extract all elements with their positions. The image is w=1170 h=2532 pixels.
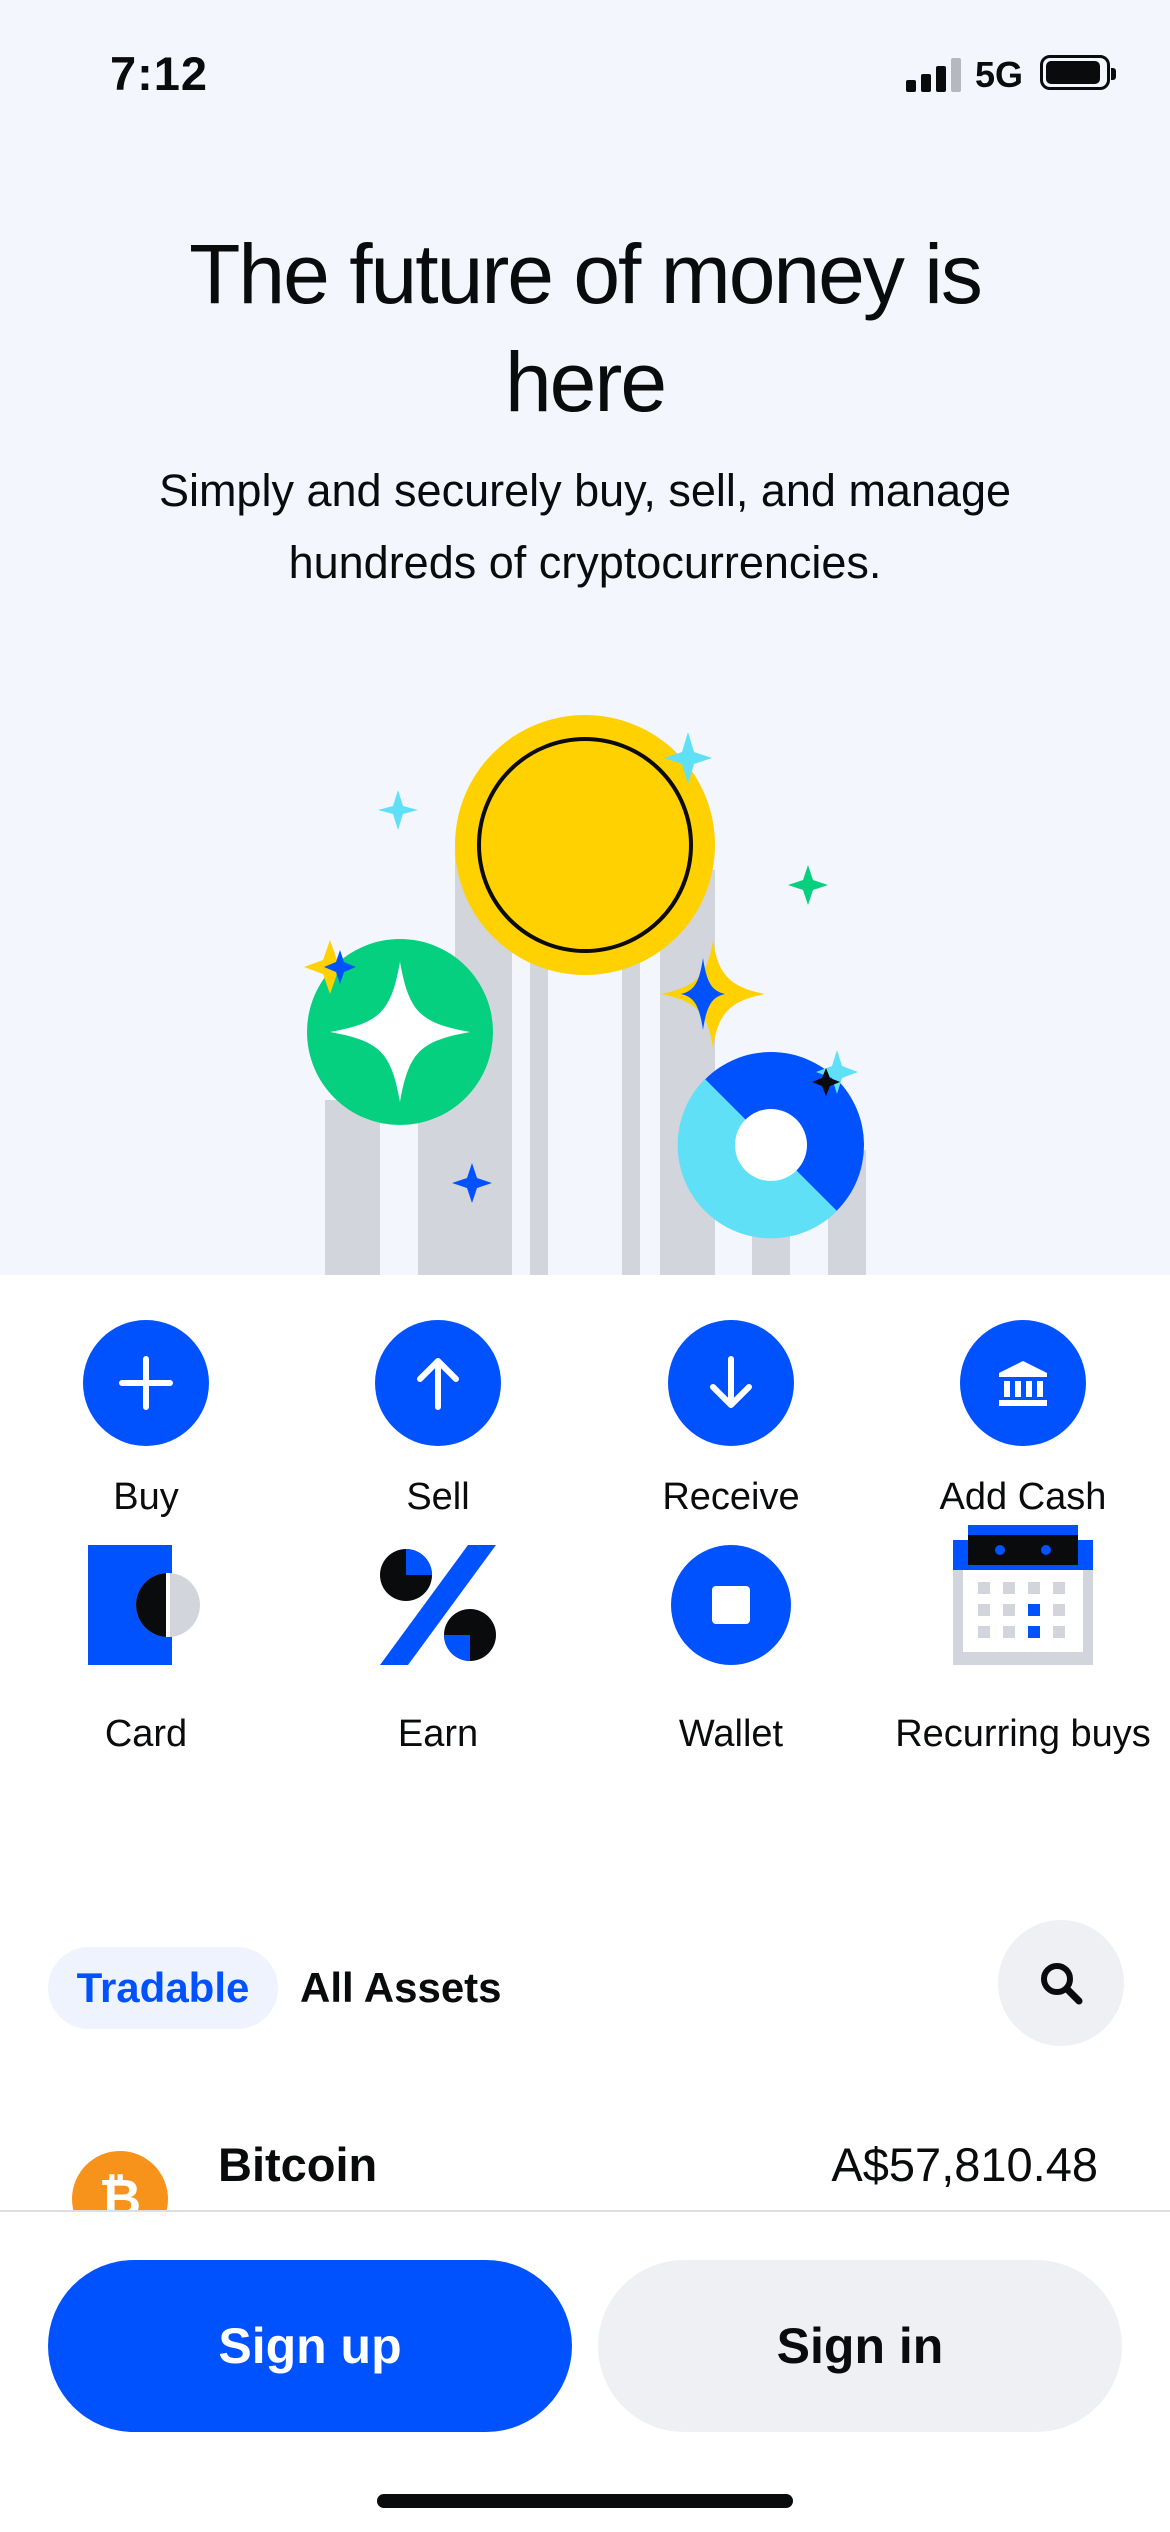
calendar-icon (953, 1525, 1093, 1665)
asset-row-bitcoin[interactable]: ₿ Bitcoin A$57,810.48 (0, 2125, 1170, 2210)
asset-name: Bitcoin (218, 2138, 378, 2191)
plus-icon (83, 1320, 209, 1446)
bitcoin-icon: ₿ (72, 2151, 168, 2210)
sign-up-button[interactable]: Sign up (48, 2260, 572, 2432)
buy-button[interactable]: Buy (0, 1275, 292, 1535)
percent-icon (380, 1545, 496, 1665)
arrow-up-icon (375, 1320, 501, 1446)
card-icon (88, 1545, 200, 1665)
wallet-icon (671, 1545, 791, 1665)
recurring-buys-button[interactable]: Recurring buys (877, 1525, 1169, 1865)
receive-label: Receive (662, 1476, 800, 1518)
sign-in-button[interactable]: Sign in (598, 2260, 1122, 2432)
recurring-buys-label: Recurring buys (895, 1713, 1151, 1755)
receive-button[interactable]: Receive (585, 1275, 877, 1535)
earn-button[interactable]: Earn (292, 1535, 584, 1865)
card-button[interactable]: Card (0, 1535, 292, 1865)
auth-bar: Sign up Sign in (0, 2210, 1170, 2532)
network-type: 5G (975, 54, 1024, 95)
arrow-down-icon (668, 1320, 794, 1446)
search-button[interactable] (998, 1920, 1124, 2046)
earn-label: Earn (397, 1713, 479, 1755)
bank-icon (960, 1320, 1086, 1446)
hero-title: The future of money is here (189, 227, 983, 429)
search-icon (1041, 1963, 1083, 2005)
status-bar: 7:12 5G (0, 0, 1170, 150)
add-cash-label: Add Cash (939, 1476, 1107, 1518)
crypto-coins-illustration (304, 715, 866, 1275)
wallet-button[interactable]: Wallet (585, 1535, 877, 1865)
sell-label: Sell (406, 1476, 470, 1518)
status-time: 7:12 (110, 47, 209, 100)
wallet-label: Wallet (678, 1713, 784, 1755)
hero-subtitle: Simply and securely buy, sell, and manag… (158, 465, 1012, 588)
asset-tabs: Tradable All Assets (0, 1920, 1170, 2050)
home-indicator[interactable] (377, 2494, 793, 2508)
add-cash-button[interactable]: Add Cash (877, 1275, 1169, 1535)
tab-tradable[interactable]: Tradable (48, 1947, 278, 2029)
sell-button[interactable]: Sell (292, 1275, 584, 1535)
buy-label: Buy (113, 1476, 179, 1518)
tab-all-assets[interactable]: All Assets (300, 1947, 502, 2029)
signal-strength-icon (906, 56, 962, 92)
asset-price: A$57,810.48 (831, 2138, 1098, 2191)
battery-icon (1040, 55, 1116, 90)
card-label: Card (104, 1713, 188, 1755)
hero-section: 7:12 5G The future of money is here Simp… (0, 0, 1170, 1275)
